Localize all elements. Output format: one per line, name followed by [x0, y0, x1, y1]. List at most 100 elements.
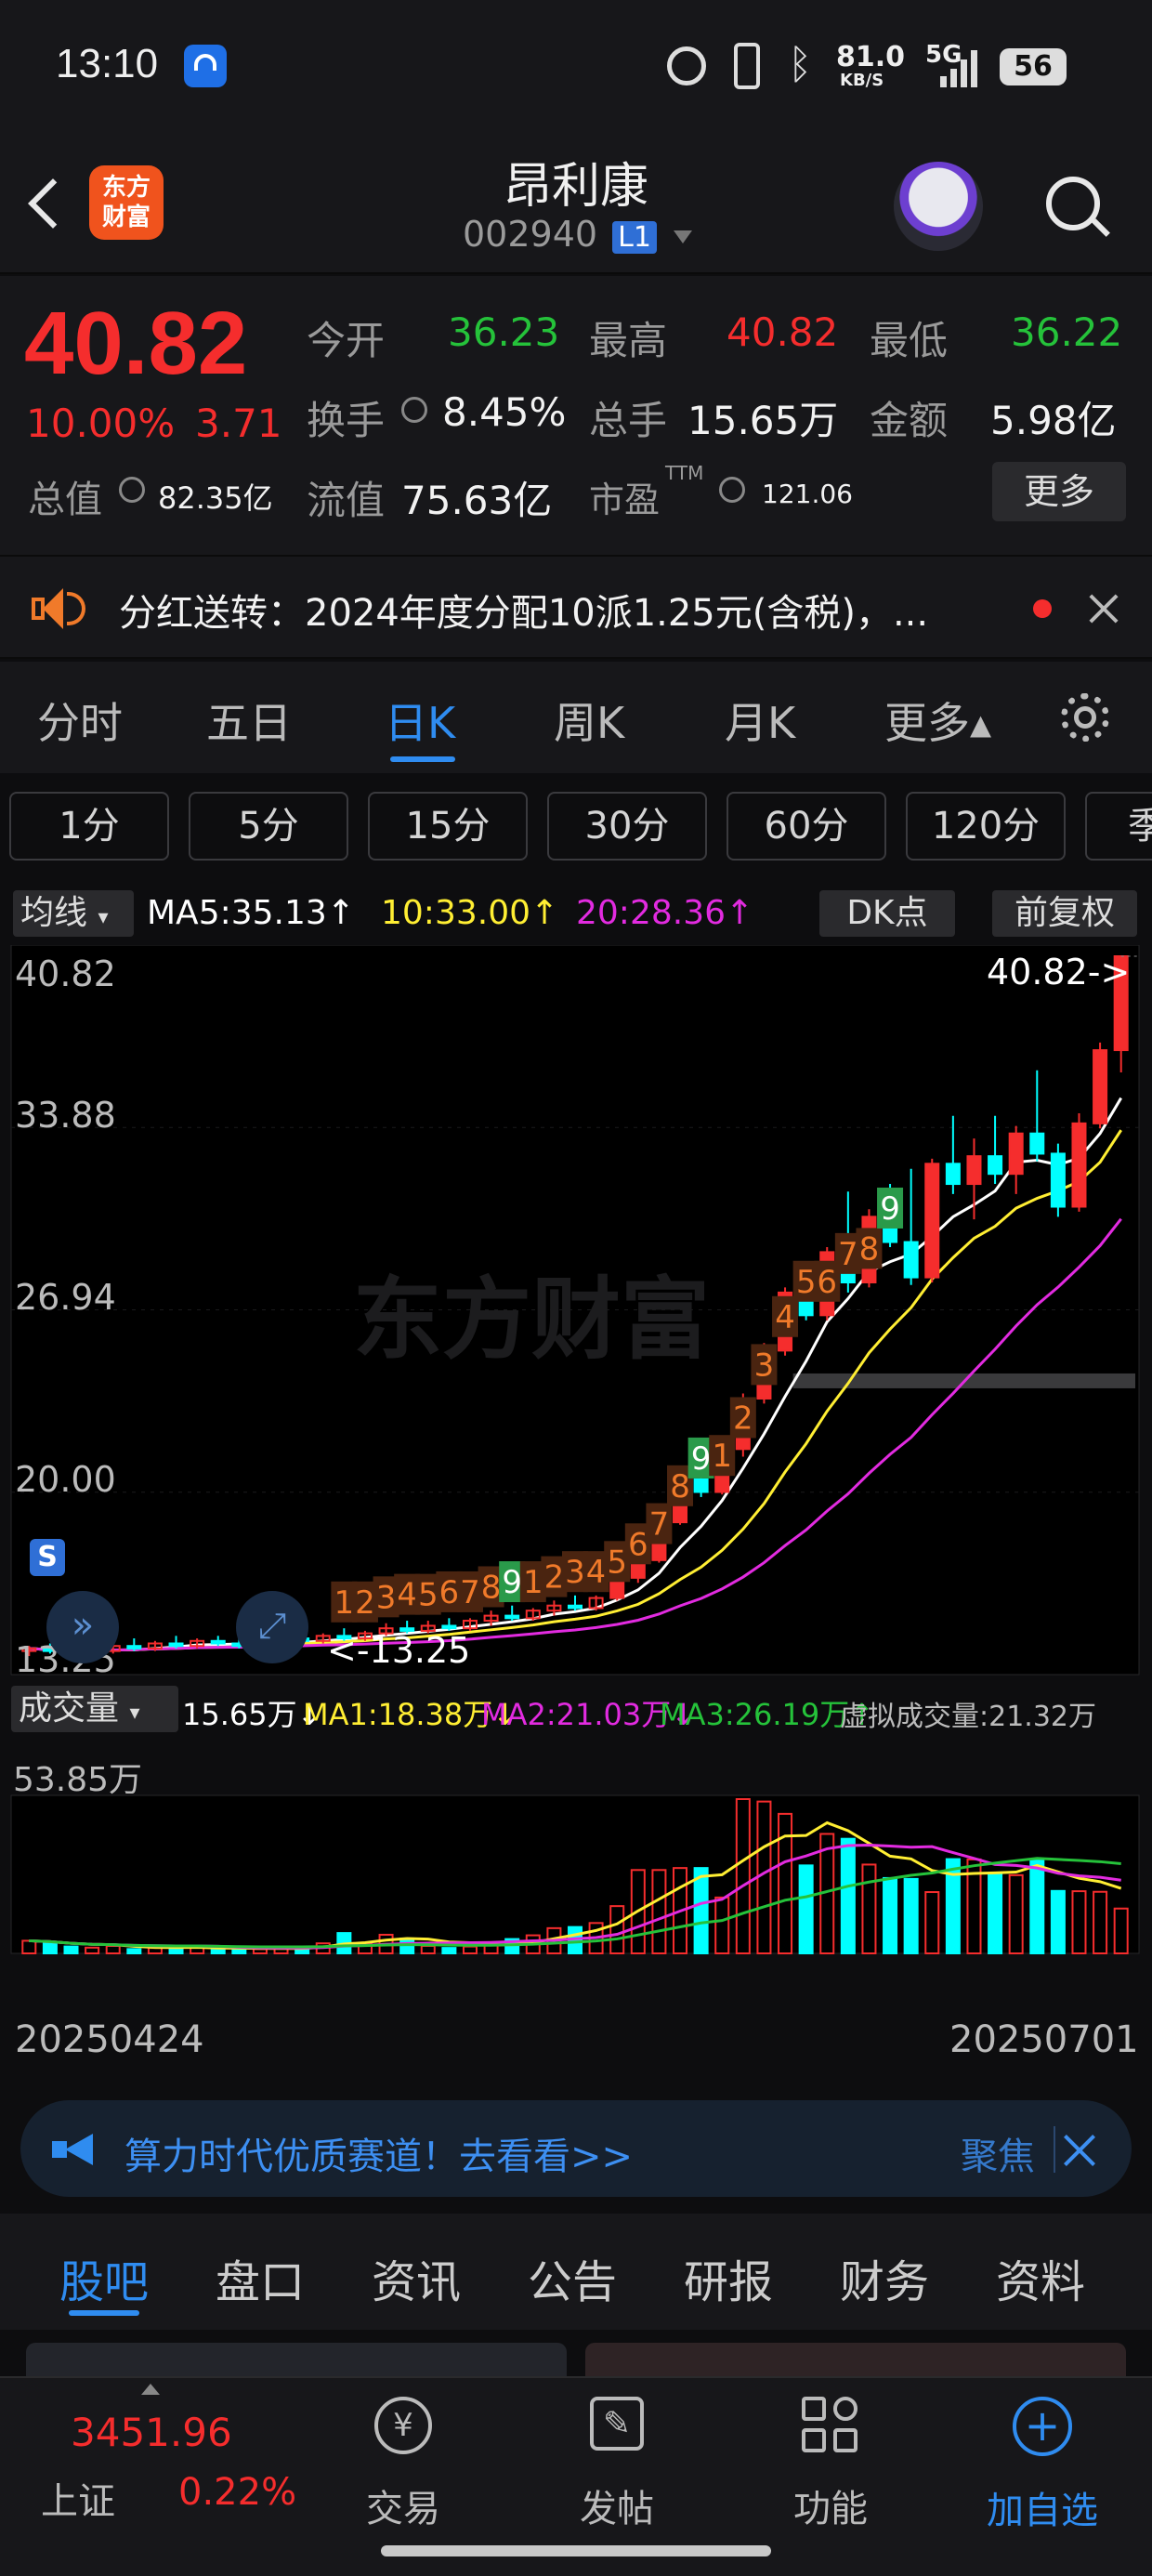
date-end: 20250701	[949, 2018, 1139, 2061]
tab-gonggao[interactable]: 公告	[528, 2245, 617, 2310]
dk-point-button[interactable]: DK点	[819, 890, 955, 937]
ma5-value: MA5:35.13↑	[147, 894, 355, 932]
tab-more[interactable]: 更多▴	[884, 690, 991, 751]
robot-assistant-icon[interactable]	[894, 162, 983, 251]
period-label: 15分	[405, 805, 491, 848]
promo-banner[interactable]: 算力时代优质赛道！去看看>> 聚焦	[20, 2100, 1132, 2197]
status-time: 13:10	[56, 41, 159, 86]
notice-text: 分红送转：2024年度分配10派1.25元(含税)，...	[119, 592, 929, 635]
price-label-4: 20.00	[15, 1459, 116, 1500]
period-120min[interactable]: 120分	[906, 792, 1066, 861]
tab-yanbao[interactable]: 研报	[684, 2245, 773, 2310]
tab-zhouk[interactable]: 周K	[554, 690, 624, 751]
tab-pankou[interactable]: 盘口	[216, 2245, 305, 2310]
stock-code-selector[interactable]: 002940 L1	[463, 214, 693, 260]
tab-ziliao[interactable]: 资料	[996, 2245, 1085, 2310]
app-notification-icon	[184, 45, 227, 87]
stock-code: 002940	[463, 214, 598, 255]
float-label: 流值	[307, 478, 386, 523]
banner-text: 算力时代优质赛道！去看看>>	[124, 2136, 634, 2178]
nav-add-label: 加自选	[987, 2490, 1098, 2532]
tab-fenshi[interactable]: 分时	[37, 690, 123, 751]
td-seq-label: 1	[712, 1438, 732, 1475]
price-label-3: 26.94	[15, 1277, 116, 1318]
tab-wuri[interactable]: 五日	[206, 690, 292, 751]
pe-label: 市盈	[589, 480, 661, 520]
nav-trade[interactable]: ¥ 交易	[346, 2397, 461, 2545]
period-1min[interactable]: 1分	[9, 792, 169, 861]
minute-period-tabs: 1分 5分 15分 30分 60分 120分 季	[0, 773, 1152, 875]
expand-panel-button[interactable]: »	[46, 1591, 119, 1663]
info-icon	[119, 477, 145, 503]
volume-bar	[903, 1877, 919, 1954]
td-seq-label: 8	[481, 1569, 502, 1606]
volume-bar	[1050, 1889, 1066, 1955]
chart-watermark: 东方财富	[353, 1268, 710, 1372]
volume-selector-label: 成交量	[19, 1689, 120, 1728]
dropdown-icon	[674, 230, 693, 243]
period-quarter[interactable]: 季	[1085, 792, 1152, 861]
period-5min[interactable]: 5分	[189, 792, 348, 861]
period-30min[interactable]: 30分	[547, 792, 707, 861]
network-speed: 81.0	[836, 41, 906, 73]
candle	[1071, 1122, 1087, 1208]
nav-functions[interactable]: 功能	[773, 2397, 888, 2545]
post-card[interactable]	[585, 2343, 1126, 2381]
nav-add-watchlist[interactable]: + 加自选	[968, 2397, 1117, 2545]
period-label: 1分	[59, 805, 120, 848]
period-label: 季	[1128, 805, 1152, 848]
volume-bar	[693, 1867, 709, 1954]
virtual-volume: 虚拟成交量:21.32万	[840, 1701, 1096, 1733]
td-seq-label: 8	[859, 1230, 880, 1268]
ma-selector[interactable]: 均线 ▾	[13, 890, 134, 937]
low-price-pointer: <-13.25	[327, 1630, 471, 1671]
open-value: 36.23	[448, 309, 560, 355]
more-quote-button[interactable]: 更多	[992, 462, 1126, 521]
candle	[210, 1639, 226, 1645]
dividend-notice[interactable]: 分红送转：2024年度分配10派1.25元(含税)，...	[0, 555, 1152, 659]
search-button[interactable]	[1042, 173, 1117, 247]
last-price-pointer: 40.82->	[987, 952, 1131, 992]
candle	[1029, 1132, 1045, 1155]
dropdown-icon: ▾	[98, 906, 109, 929]
ma10-value: 10:33.00↑	[381, 894, 559, 932]
tab-rik[interactable]: 日K	[385, 690, 455, 751]
td-seq-label: 9	[691, 1440, 712, 1478]
candle	[924, 1163, 940, 1279]
volume-bar	[840, 1837, 856, 1954]
bottom-navigation: 3451.96 上证 0.22% ¥ 交易 ✎ 发帖 功能 + 加自选	[0, 2376, 1152, 2576]
index-ticker[interactable]: 3451.96 上证 0.22%	[0, 2378, 334, 2545]
adjust-mode-button[interactable]: 前复权	[992, 890, 1137, 937]
volume-bar	[210, 1948, 226, 1955]
tab-yuek[interactable]: 月K	[725, 690, 795, 751]
post-cards-row	[0, 2330, 1152, 2381]
period-label: 60分	[764, 805, 849, 848]
status-bar: 13:10 ᛒ 81.0 KB/S 5G 56	[0, 0, 1152, 139]
period-15min[interactable]: 15分	[368, 792, 528, 861]
close-banner-button[interactable]	[1054, 2126, 1100, 2173]
td-seq-label: 1	[334, 1584, 355, 1622]
tab-caiwu[interactable]: 财务	[840, 2245, 929, 2310]
period-60min[interactable]: 60分	[727, 792, 886, 861]
chevron-up-icon	[141, 2384, 160, 2395]
grid-icon	[802, 2397, 859, 2454]
level-badge: L1	[612, 221, 657, 254]
td-seq-label: 3	[565, 1554, 585, 1591]
close-notice-button[interactable]	[1081, 586, 1126, 631]
amount-label: 金额	[870, 398, 949, 443]
tab-zixun[interactable]: 资讯	[372, 2245, 461, 2310]
amount-value: 5.98亿	[990, 398, 1117, 443]
td-seq-label: 5	[418, 1577, 439, 1614]
price-label-2: 33.88	[15, 1095, 116, 1136]
info-icon	[401, 397, 427, 423]
post-card[interactable]	[26, 2343, 567, 2381]
home-indicator	[381, 2545, 771, 2556]
volume-selector[interactable]: 成交量 ▾	[11, 1686, 178, 1732]
chart-settings-button[interactable]	[1055, 688, 1115, 747]
date-start: 20250424	[15, 2018, 204, 2061]
dk-label: DK点	[846, 894, 928, 932]
tab-guba[interactable]: 股吧	[59, 2245, 149, 2310]
nav-post[interactable]: ✎ 发帖	[559, 2397, 674, 2545]
kline-svg[interactable]: 1 2 3 4 5 6 7 8 9 1 2 3 4 5 6789 12345 67 89	[0, 945, 1152, 2079]
fullscreen-button[interactable]: ⤢	[236, 1591, 308, 1663]
